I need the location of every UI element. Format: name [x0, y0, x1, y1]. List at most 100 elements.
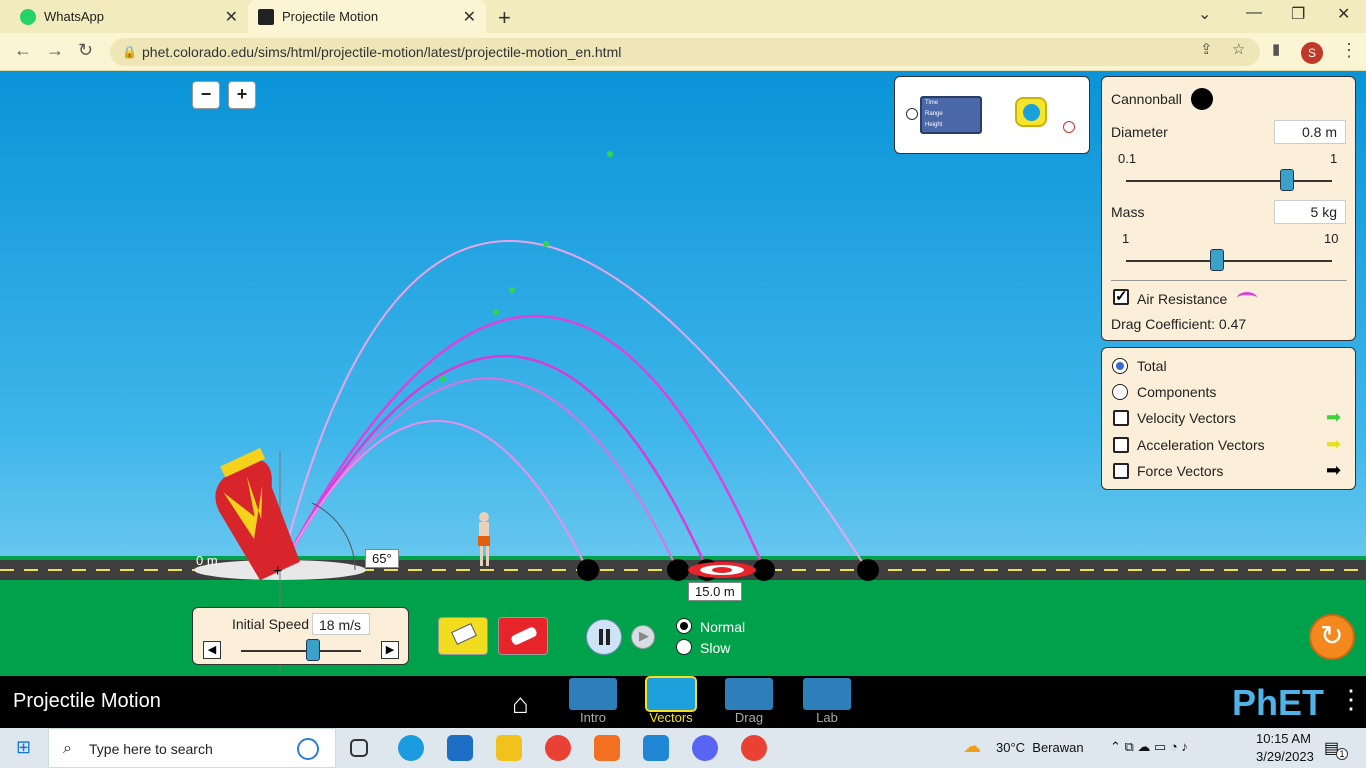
components-radio[interactable] — [1112, 384, 1128, 400]
file-explorer-icon[interactable] — [496, 735, 522, 761]
screen-intro-button[interactable]: Intro — [568, 678, 618, 725]
fire-button[interactable] — [498, 617, 548, 655]
slow-speed-radio[interactable] — [676, 639, 692, 655]
speed-decrease-button[interactable]: ◀ — [203, 641, 221, 659]
weather-icon: ☁ — [963, 736, 981, 756]
phet-favicon-icon — [258, 8, 274, 25]
mail-icon[interactable] — [447, 735, 473, 761]
bing-icon — [297, 738, 319, 760]
cannonball — [857, 559, 879, 581]
speed-increase-button[interactable]: ▶ — [381, 641, 399, 659]
pause-button[interactable] — [586, 619, 622, 655]
black-arrow-icon: ➡ — [1326, 460, 1342, 480]
discord-icon[interactable] — [692, 735, 718, 761]
speed-slider-track[interactable] — [241, 650, 361, 652]
clock-time[interactable]: 10:15 AM — [1256, 731, 1311, 746]
person-figure — [478, 512, 490, 566]
acceleration-vectors-checkbox[interactable] — [1113, 437, 1129, 453]
mass-slider-track[interactable] — [1126, 260, 1332, 262]
normal-speed-radio[interactable] — [676, 618, 692, 634]
close-window-icon[interactable]: ✕ — [1337, 4, 1350, 24]
diameter-slider-thumb[interactable] — [1279, 169, 1294, 191]
diameter-min-label: 0.1 — [1118, 151, 1137, 166]
sim-navbar: Projectile Motion ⌂ Intro Vectors Drag L… — [0, 676, 1366, 728]
vectors-panel: Total Components Velocity Vectors ➡ Acce… — [1101, 347, 1356, 490]
mass-slider-thumb[interactable] — [1209, 249, 1224, 271]
force-vectors-checkbox[interactable] — [1113, 463, 1129, 479]
total-radio[interactable] — [1112, 358, 1128, 374]
checkmark-icon: ✓ — [1115, 288, 1128, 305]
tab-whatsapp[interactable]: WhatsApp ✕ — [10, 0, 248, 33]
notification-count: 1 — [1336, 748, 1348, 760]
screen-label: Drag — [734, 710, 764, 725]
trajectory-path — [279, 420, 589, 572]
panel-divider — [1111, 280, 1347, 281]
phet-logo[interactable]: PhET — [1232, 682, 1324, 724]
force-vectors-label: Force Vectors — [1137, 463, 1224, 479]
task-view-icon[interactable] — [350, 739, 368, 757]
clock-date[interactable]: 3/29/2023 — [1256, 749, 1314, 764]
edge-icon[interactable] — [398, 735, 424, 761]
taskbar-search-input[interactable]: ⌕ Type here to search — [48, 728, 336, 768]
tab-search-icon[interactable]: ⌄ — [1198, 4, 1211, 24]
search-icon: ⌕ — [63, 740, 72, 757]
close-icon[interactable]: ✕ — [463, 7, 476, 27]
close-icon[interactable]: ✕ — [225, 7, 238, 27]
weather-text[interactable]: 30°C Berawan — [996, 740, 1084, 755]
reset-all-button[interactable]: ↻ — [1309, 614, 1355, 660]
home-button[interactable]: ⌂ — [512, 688, 529, 720]
step-icon: ▶ — [639, 628, 649, 643]
new-tab-icon[interactable]: + — [498, 5, 511, 31]
target-distance-label[interactable]: 15.0 m — [688, 582, 742, 601]
person-shorts — [478, 536, 490, 546]
tray-icons[interactable]: ⌃ ⧉ ☁ ▭ ◔ ♪ — [1110, 739, 1188, 755]
pause-icon — [599, 629, 603, 645]
lock-icon: 🔒 — [122, 45, 137, 59]
diameter-slider-track[interactable] — [1126, 180, 1332, 182]
person-body — [479, 522, 489, 536]
url-field[interactable]: 🔒 phet.colorado.edu/sims/html/projectile… — [110, 38, 1260, 66]
vscode-icon[interactable] — [643, 735, 669, 761]
mass-max-label: 10 — [1324, 231, 1339, 246]
projectile-type-label[interactable]: Cannonball — [1111, 91, 1182, 107]
avatar[interactable]: S — [1301, 42, 1323, 64]
forward-icon[interactable]: → — [46, 40, 64, 61]
chrome-icon[interactable] — [545, 735, 571, 761]
chrome-profile-icon[interactable] — [741, 735, 767, 761]
air-resistance-label: Air Resistance — [1137, 291, 1228, 307]
drag-coefficient-label: Drag Coefficient: 0.47 — [1111, 316, 1247, 332]
reload-icon[interactable]: ↻ — [78, 40, 93, 61]
tab-projectile-motion[interactable]: Projectile Motion ✕ — [248, 0, 486, 33]
bookmark-star-icon[interactable]: ☆ — [1232, 40, 1245, 58]
screen-vectors-button[interactable]: Vectors — [645, 676, 697, 725]
windows-start-icon[interactable]: ⊞ — [16, 737, 31, 758]
green-arrow-icon: ➡ — [1326, 407, 1342, 427]
screen-lab-button[interactable]: Lab — [802, 678, 852, 725]
tape-measure-icon[interactable] — [1015, 97, 1047, 127]
share-icon[interactable]: ⇪ — [1200, 40, 1213, 58]
velocity-vectors-checkbox[interactable] — [1113, 410, 1129, 426]
windows-taskbar: ⊞ ⌕ Type here to search ☁ 30°C Berawan ⌃… — [0, 728, 1366, 768]
back-icon[interactable]: ← — [14, 40, 32, 61]
apex-marker — [440, 376, 446, 382]
crosshair-icon — [906, 108, 918, 120]
search-placeholder: Type here to search — [89, 741, 213, 757]
url-text: phet.colorado.edu/sims/html/projectile-m… — [142, 44, 622, 60]
restore-icon[interactable]: ❐ — [1291, 4, 1305, 24]
measure-row-range: Range — [925, 111, 943, 117]
speed-slider-thumb[interactable] — [306, 639, 320, 661]
measuring-tool[interactable]: Time Range Height — [920, 96, 982, 134]
whatsapp-icon — [20, 8, 36, 25]
minimize-icon[interactable]: — — [1246, 4, 1262, 22]
cannon-angle-label: 65° — [365, 549, 399, 568]
menu-kebab-icon[interactable]: ⋮ — [1340, 40, 1358, 61]
phet-menu-icon[interactable]: ⋮ — [1338, 684, 1364, 715]
step-forward-button[interactable]: ▶ — [631, 625, 655, 649]
apex-marker — [543, 241, 549, 247]
cannon-fire-icon — [510, 625, 538, 647]
sublime-icon[interactable] — [594, 735, 620, 761]
air-resistance-checkbox[interactable]: ✓ — [1113, 288, 1129, 305]
screen-drag-button[interactable]: Drag — [724, 678, 774, 725]
eraser-button[interactable] — [438, 617, 488, 655]
side-panel-icon[interactable]: ▮ — [1272, 40, 1280, 58]
